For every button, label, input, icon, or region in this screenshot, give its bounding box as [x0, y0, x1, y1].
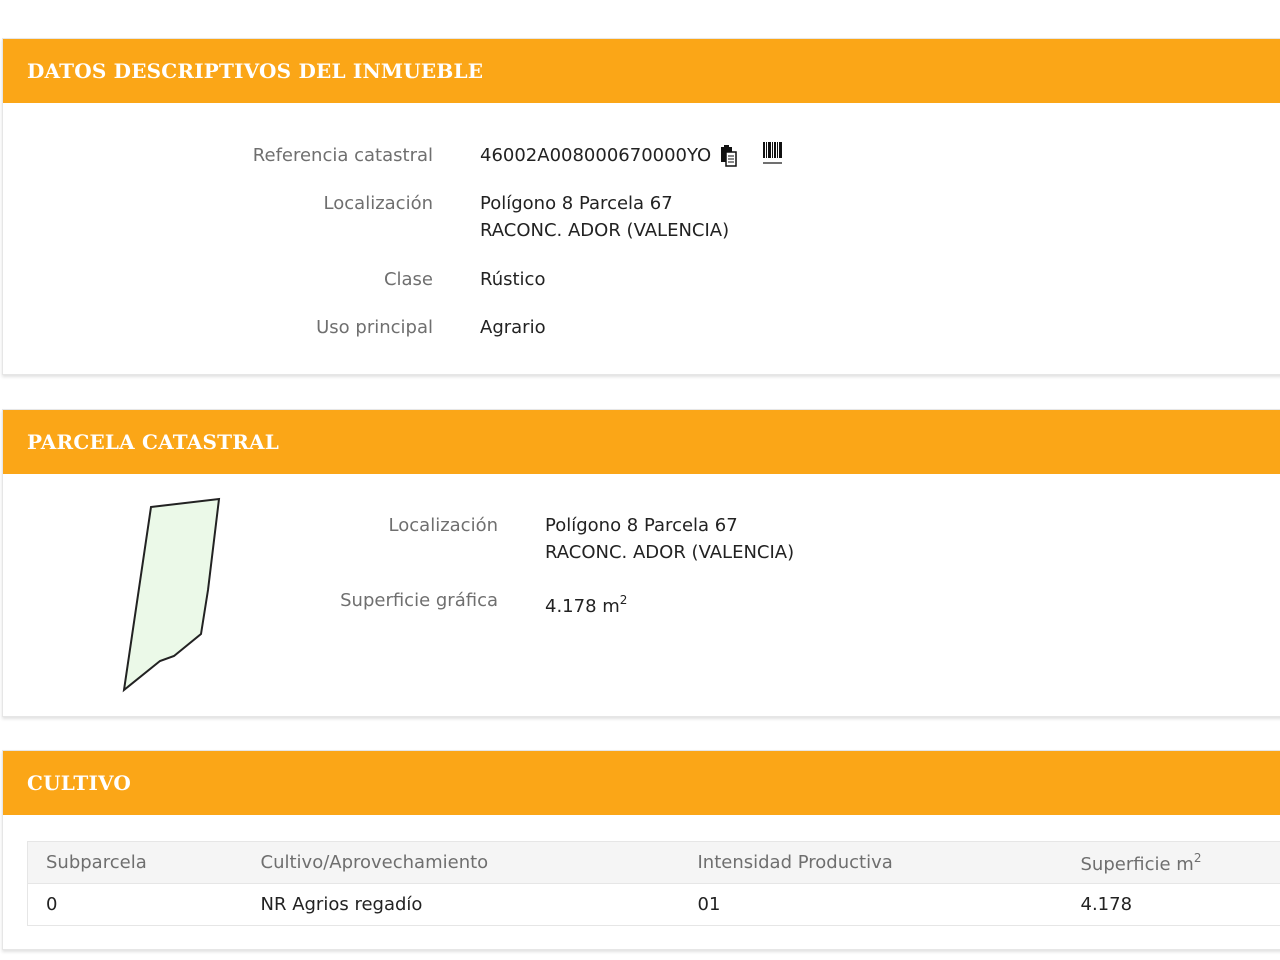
- superficie-label: Superficie gráfica: [340, 590, 498, 611]
- cell-superficie: 4.178: [1062, 883, 1280, 926]
- localizacion-row: Localización Polígono 8 Parcela 67 RACON…: [3, 190, 730, 244]
- clase-label: Clase: [383, 269, 433, 290]
- col-cultivo: Cultivo/Aprovechamiento: [242, 841, 680, 884]
- referencia-value[interactable]: 46002A008000670000YO: [480, 142, 711, 176]
- superficie-exponent: 2: [619, 593, 628, 607]
- parcela-localizacion-line1: Polígono 8 Parcela 67: [545, 515, 738, 536]
- barcode-icon[interactable]: [761, 140, 785, 176]
- cell-intensidad: 01: [679, 883, 1063, 926]
- parcela-localizacion-line2: RACONC. ADOR (VALENCIA): [545, 542, 795, 563]
- parcela-localizacion-label: Localización: [388, 515, 498, 536]
- uso-label: Uso principal: [316, 317, 433, 338]
- col-subparcela: Subparcela: [27, 841, 243, 884]
- col-superficie: Superficie m2: [1062, 841, 1280, 884]
- clase-value: Rústico: [480, 269, 546, 290]
- cultivo-panel: CULTIVO Subparcela Cultivo/Aprovechamien…: [2, 750, 1280, 950]
- superficie-row: Superficie gráfica 4.178 m2: [3, 587, 627, 620]
- superficie-number: 4.178 m: [545, 596, 620, 617]
- cell-subparcela: 0: [27, 883, 243, 926]
- localizacion-line2: RACONC. ADOR (VALENCIA): [480, 220, 730, 241]
- parcela-localizacion-value: Polígono 8 Parcela 67 RACONC. ADOR (VALE…: [545, 512, 794, 566]
- cultivo-table: Subparcela Cultivo/Aprovechamiento Inten…: [27, 841, 1280, 926]
- superficie-value: 4.178 m2: [545, 587, 627, 620]
- col-superficie-exponent: 2: [1193, 850, 1202, 865]
- uso-row: Uso principal Agrario: [3, 314, 546, 341]
- col-intensidad: Intensidad Productiva: [679, 841, 1063, 884]
- clase-row: Clase Rústico: [3, 266, 546, 293]
- parcela-localizacion-row: Localización Polígono 8 Parcela 67 RACON…: [3, 512, 795, 566]
- referencia-label: Referencia catastral: [252, 145, 433, 166]
- cell-cultivo: NR Agrios regadío: [242, 883, 680, 926]
- localizacion-line1: Polígono 8 Parcela 67: [480, 193, 673, 214]
- table-row: 0 NR Agrios regadío 01 4.178: [27, 883, 1280, 926]
- localizacion-label: Localización: [323, 193, 433, 214]
- cultivo-header: CULTIVO: [3, 751, 1280, 815]
- datos-descriptivos-header: DATOS DESCRIPTIVOS DEL INMUEBLE: [3, 39, 1280, 103]
- cultivo-table-header-row: Subparcela Cultivo/Aprovechamiento Inten…: [27, 841, 1280, 884]
- referencia-row: Referencia catastral 46002A008000670000Y…: [3, 142, 785, 176]
- datos-descriptivos-panel: DATOS DESCRIPTIVOS DEL INMUEBLE Referenc…: [2, 38, 1280, 375]
- localizacion-value: Polígono 8 Parcela 67 RACONC. ADOR (VALE…: [480, 190, 729, 244]
- copy-icon[interactable]: [717, 144, 739, 176]
- col-superficie-label: Superficie m: [1080, 853, 1194, 875]
- parcela-catastral-panel: PARCELA CATASTRAL Localización Polígono …: [2, 409, 1280, 717]
- parcela-catastral-header: PARCELA CATASTRAL: [3, 410, 1280, 474]
- uso-value: Agrario: [480, 317, 546, 338]
